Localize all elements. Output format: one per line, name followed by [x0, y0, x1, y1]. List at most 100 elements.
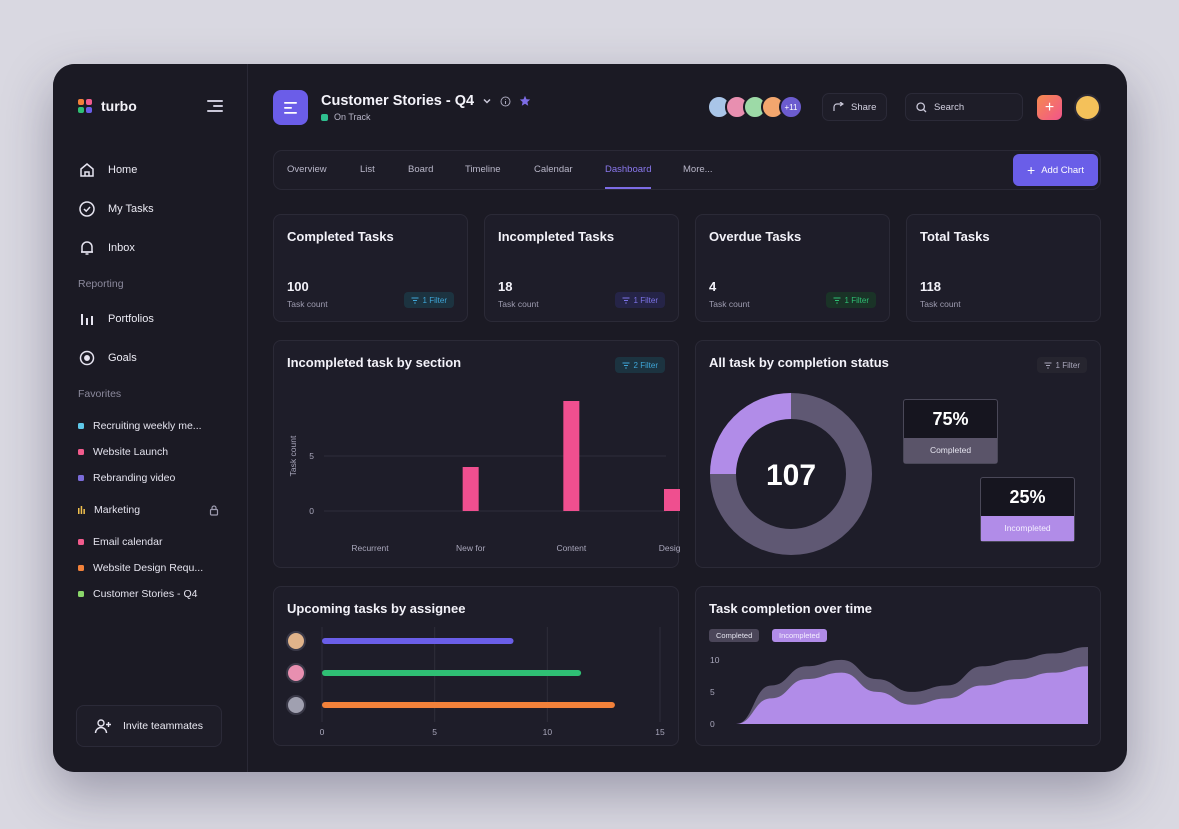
invite-teammates-button[interactable]: Invite teammates	[76, 705, 222, 747]
favorite-item[interactable]: Website Launch	[78, 446, 238, 458]
filter-button[interactable]: 1 Filter	[403, 292, 454, 308]
app-window: turbo Home My Tasks Inbox Reporting Port…	[53, 64, 1127, 772]
filter-button[interactable]: 1 Filter	[614, 292, 665, 308]
user-avatar[interactable]	[1074, 94, 1101, 121]
favorite-item[interactable]: Website Design Requ...	[78, 562, 238, 574]
assignee-avatar	[286, 631, 306, 651]
stat-value: 18	[498, 279, 513, 294]
y-tick-label: 0	[309, 506, 314, 516]
stat-value: 4	[709, 279, 717, 294]
tab-dashboard[interactable]: Dashboard	[605, 151, 652, 189]
list-icon	[284, 101, 297, 114]
stat-card-overdue[interactable]: Overdue Tasks 4 Task count 1 Filter	[695, 214, 890, 322]
sidebar: turbo Home My Tasks Inbox Reporting Port…	[53, 64, 248, 772]
sidebar-item-label: My Tasks	[108, 203, 154, 215]
favorite-item[interactable]: Rebranding video	[78, 472, 238, 484]
incompleted-percentage-box: 25% Incompleted	[980, 477, 1075, 542]
filter-icon	[622, 297, 630, 303]
tab-timeline[interactable]: Timeline	[465, 151, 501, 189]
y-tick-label: 5	[309, 451, 314, 461]
x-tick-label: Content	[556, 543, 586, 553]
plus-icon: +	[1044, 98, 1055, 116]
filter-button[interactable]: 1 Filter	[825, 292, 876, 308]
favorite-label: Email calendar	[93, 536, 163, 548]
x-tick-label: Design	[659, 543, 680, 553]
assignee-avatar	[286, 663, 306, 683]
create-button[interactable]: +	[1037, 95, 1062, 120]
hamburger-menu-icon[interactable]	[207, 100, 223, 113]
bar	[322, 638, 514, 644]
color-dot	[78, 449, 84, 455]
favorite-item[interactable]: Recruiting weekly me...	[78, 420, 238, 432]
assignee-bar-chart: 0 5 10 15	[286, 627, 665, 737]
tab-more[interactable]: More...	[683, 151, 713, 189]
share-label: Share	[851, 101, 877, 113]
x-tick-label: Recurrent	[351, 543, 389, 553]
view-tabs: Overview List Board Timeline Calendar Da…	[273, 150, 1101, 190]
sidebar-item-label: Home	[108, 164, 138, 176]
sidebar-item-my-tasks[interactable]: My Tasks	[78, 200, 154, 218]
stat-card-incompleted[interactable]: Incompleted Tasks 18 Task count 1 Filter	[484, 214, 679, 322]
favorite-item[interactable]: Email calendar	[78, 536, 238, 548]
logo[interactable]: turbo	[78, 98, 137, 114]
lock-icon	[209, 505, 219, 516]
tab-list[interactable]: List	[360, 151, 375, 189]
bar	[322, 702, 615, 708]
incompleted-percentage: 25%	[1009, 487, 1046, 507]
assignee-avatar	[286, 695, 306, 715]
favorite-label: Website Launch	[93, 446, 169, 458]
y-tick-label: 5	[710, 687, 715, 697]
color-dot	[78, 565, 84, 571]
share-button[interactable]: Share	[822, 93, 888, 121]
info-icon[interactable]	[500, 96, 511, 107]
chart-card-over-time: Task completion over time Completed Inco…	[695, 586, 1101, 746]
tab-calendar[interactable]: Calendar	[534, 151, 573, 189]
completed-percentage: 75%	[932, 409, 969, 429]
star-icon[interactable]	[519, 95, 531, 107]
stat-value: 100	[287, 279, 309, 294]
y-tick-label: 10	[710, 655, 720, 665]
stat-title: Total Tasks	[920, 229, 990, 244]
add-user-icon	[94, 719, 111, 734]
plus-icon: +	[1027, 162, 1036, 178]
favorite-label: Website Design Requ...	[93, 562, 204, 574]
bell-icon	[81, 241, 93, 255]
tab-board[interactable]: Board	[408, 151, 433, 189]
target-icon	[79, 350, 95, 366]
completed-percentage-box: 75% Completed	[903, 399, 998, 464]
favorite-item[interactable]: Customer Stories - Q4	[78, 588, 238, 600]
tab-overview[interactable]: Overview	[287, 151, 327, 189]
x-tick-label: 0	[320, 727, 325, 737]
y-tick-label: 0	[710, 719, 715, 729]
member-avatars[interactable]: +11	[707, 95, 803, 119]
status-dot	[321, 113, 328, 121]
x-tick-label: 5	[432, 727, 437, 737]
donut-center-value: 107	[766, 459, 816, 492]
search-input[interactable]: Search	[905, 93, 1023, 121]
filter-icon	[411, 297, 419, 303]
check-circle-icon	[79, 201, 95, 217]
stat-subtitle: Task count	[287, 299, 328, 309]
sidebar-item-home[interactable]: Home	[78, 161, 137, 179]
bar	[462, 467, 479, 511]
incompleted-label: Incompleted	[981, 516, 1074, 541]
chevron-down-icon[interactable]	[482, 96, 492, 106]
stat-card-completed[interactable]: Completed Tasks 100 Task count 1 Filter	[273, 214, 468, 322]
bar-chart-icon	[81, 314, 93, 325]
avatar-overflow-count[interactable]: +11	[779, 95, 803, 119]
chart-card-by-section: Incompleted task by section 2 Filter 05T…	[273, 340, 680, 568]
home-icon	[80, 163, 94, 177]
status-badge: On Track	[321, 112, 371, 122]
x-tick-label: 10	[543, 727, 553, 737]
section-label-reporting: Reporting	[78, 278, 124, 290]
project-icon[interactable]	[273, 90, 308, 125]
sidebar-item-goals[interactable]: Goals	[78, 349, 137, 367]
sidebar-item-portfolios[interactable]: Portfolios	[78, 310, 154, 328]
section-label-favorites: Favorites	[78, 388, 122, 400]
add-chart-button[interactable]: + Add Chart	[1013, 154, 1098, 186]
filter-icon	[833, 297, 841, 303]
page-title: Customer Stories - Q4	[321, 93, 475, 109]
sidebar-item-inbox[interactable]: Inbox	[78, 239, 135, 257]
stat-card-total[interactable]: Total Tasks 118 Task count	[906, 214, 1101, 322]
sidebar-item-label: Goals	[108, 352, 137, 364]
